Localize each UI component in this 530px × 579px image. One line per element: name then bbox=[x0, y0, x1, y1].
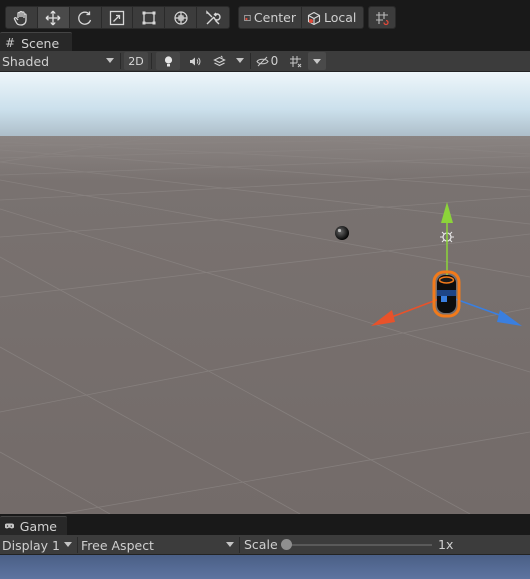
sphere-object[interactable] bbox=[335, 226, 349, 240]
grid-snap-button[interactable] bbox=[369, 7, 395, 28]
hidden-objects-toggle[interactable]: 0 bbox=[253, 52, 281, 70]
hidden-count: 0 bbox=[270, 54, 279, 68]
pivot-center-icon bbox=[244, 14, 251, 21]
draw-mode-label: Shaded bbox=[2, 53, 50, 69]
light-icon bbox=[164, 55, 172, 66]
separator bbox=[120, 53, 121, 69]
sky bbox=[0, 72, 530, 140]
game-tab-bar: Game bbox=[0, 514, 530, 535]
game-view-toolbar: Display 1 Free Aspect Scale 1x bbox=[0, 535, 530, 555]
scale-slider-thumb[interactable] bbox=[281, 539, 292, 550]
rect-transform-icon bbox=[142, 11, 156, 24]
main-toolbar: Center Local bbox=[0, 0, 530, 34]
rotate-icon bbox=[78, 11, 92, 25]
tools-icon bbox=[206, 9, 221, 24]
pivot-controls: Center Local bbox=[238, 6, 364, 29]
grid-toggle-button[interactable] bbox=[284, 52, 306, 70]
custom-tool-button[interactable] bbox=[197, 7, 229, 28]
audio-toggle-button[interactable] bbox=[182, 52, 206, 70]
grid-icon bbox=[289, 55, 301, 67]
hand-icon bbox=[14, 10, 28, 26]
display-dropdown[interactable]: Display 1 bbox=[0, 535, 76, 555]
tab-game[interactable]: Game bbox=[0, 516, 67, 535]
move-tool-button[interactable] bbox=[37, 7, 70, 28]
2d-label: 2D bbox=[128, 54, 144, 68]
scene-tab-bar: # Scene bbox=[0, 32, 530, 53]
transform-tool-button[interactable] bbox=[165, 7, 198, 28]
grid-snap-icon bbox=[376, 11, 389, 25]
separator bbox=[239, 537, 240, 553]
scale-label: Scale bbox=[244, 537, 278, 552]
scale-tool-button[interactable] bbox=[101, 7, 134, 28]
scale-slider-track[interactable] bbox=[288, 544, 432, 546]
game-tab-label: Game bbox=[19, 518, 57, 534]
hand-tool-button[interactable] bbox=[6, 7, 38, 28]
2d-toggle-button[interactable]: 2D bbox=[124, 52, 148, 70]
effects-dropdown[interactable] bbox=[232, 51, 248, 71]
display-label: Display 1 bbox=[2, 537, 61, 553]
effects-icon bbox=[212, 55, 226, 66]
pivot-mode-label: Center bbox=[253, 10, 296, 25]
transform-icon bbox=[174, 10, 188, 25]
chevron-down-icon bbox=[64, 542, 72, 547]
draw-mode-dropdown[interactable]: Shaded bbox=[0, 51, 118, 71]
chevron-down-icon bbox=[236, 58, 244, 63]
chevron-down-icon bbox=[106, 58, 114, 63]
scale-icon bbox=[109, 10, 125, 25]
separator bbox=[250, 53, 251, 69]
chevron-down-icon bbox=[226, 542, 234, 547]
hidden-objects-icon bbox=[256, 56, 269, 66]
hash-icon: # bbox=[5, 36, 16, 50]
separator bbox=[151, 53, 152, 69]
gamepad-icon bbox=[5, 523, 14, 529]
pivot-rotation-button[interactable]: Local bbox=[302, 7, 363, 28]
audio-icon bbox=[189, 57, 200, 65]
snap-controls bbox=[368, 6, 396, 29]
scale-value: 1x bbox=[438, 537, 454, 552]
scene-tab-label: Scene bbox=[21, 35, 60, 51]
aspect-dropdown[interactable]: Free Aspect bbox=[79, 535, 238, 555]
pivot-mode-button[interactable]: Center bbox=[239, 7, 302, 28]
rotate-tool-button[interactable] bbox=[69, 7, 102, 28]
transform-tools bbox=[5, 6, 230, 29]
scene-view-toolbar: Shaded 2D 0 bbox=[0, 51, 530, 72]
tab-scene[interactable]: # Scene bbox=[0, 32, 72, 53]
rect-tool-button[interactable] bbox=[133, 7, 166, 28]
move-icon bbox=[45, 10, 61, 25]
local-rotation-icon bbox=[307, 11, 321, 25]
scene-viewport[interactable] bbox=[0, 72, 530, 514]
separator bbox=[77, 537, 78, 553]
chevron-down-icon bbox=[313, 58, 321, 64]
scene-canvas[interactable] bbox=[0, 72, 530, 514]
pivot-rotation-label: Local bbox=[324, 10, 357, 25]
aspect-label: Free Aspect bbox=[81, 537, 154, 553]
grid-dropdown[interactable] bbox=[308, 52, 326, 70]
effects-toggle-button[interactable] bbox=[208, 52, 230, 70]
lighting-toggle-button[interactable] bbox=[156, 52, 180, 70]
game-view[interactable] bbox=[0, 555, 530, 579]
